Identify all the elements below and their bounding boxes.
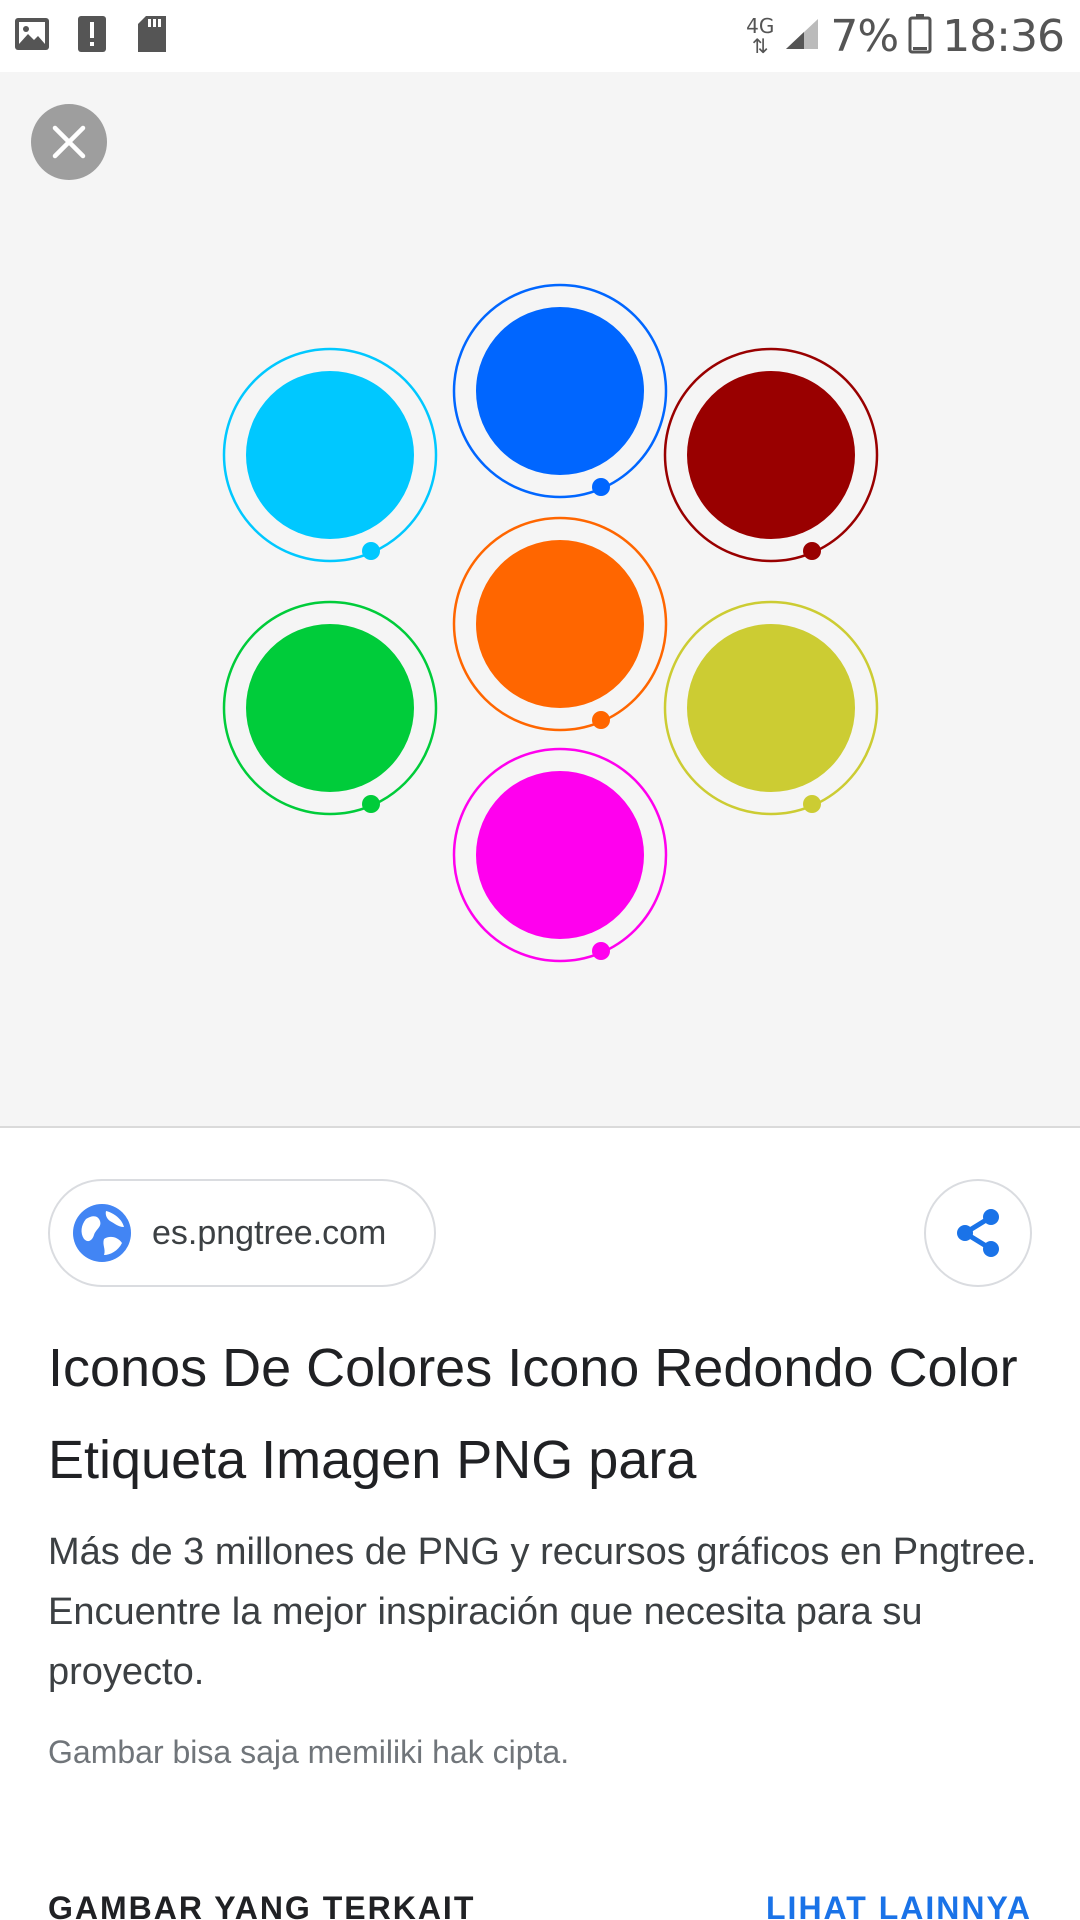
image-description: Más de 3 millones de PNG y recursos gráf… — [48, 1531, 1037, 1693]
circle-cyan — [222, 347, 438, 563]
alert-notification-icon — [72, 14, 112, 54]
status-left-icons — [12, 14, 172, 54]
sd-card-icon — [132, 14, 172, 54]
globe-icon — [73, 1204, 131, 1262]
signal-icon — [784, 17, 820, 56]
close-icon — [52, 125, 86, 159]
related-images-heading: GAMBAR YANG TERKAIT — [48, 1890, 476, 1920]
network-type: 4G ⇅ — [746, 14, 775, 58]
circle-dark-red — [663, 347, 879, 563]
circle-orange — [452, 516, 668, 732]
close-button[interactable] — [31, 104, 107, 180]
circle-yellow — [663, 600, 879, 816]
circle-green — [222, 600, 438, 816]
status-bar: 4G ⇅ 7% 18:36 — [0, 0, 1080, 72]
clock: 18:36 — [942, 10, 1065, 62]
image-viewer — [0, 72, 1080, 1128]
image-notification-icon — [12, 14, 52, 54]
copyright-notice: Gambar bisa saja memiliki hak cipta. — [48, 1734, 570, 1770]
image-title: Iconos De Colores Icono Redondo Color Et… — [48, 1338, 1018, 1490]
battery-percent: 7% — [830, 10, 899, 62]
status-right: 4G ⇅ 7% 18:36 — [746, 10, 1065, 62]
source-domain: es.pngtree.com — [152, 1213, 387, 1252]
circle-magenta — [452, 747, 668, 963]
circle-blue — [452, 283, 668, 499]
share-icon — [957, 1209, 999, 1257]
color-circles-image — [222, 283, 879, 963]
see-more-link[interactable]: LIHAT LAINNYA — [766, 1890, 1032, 1920]
share-button[interactable] — [924, 1179, 1032, 1287]
battery-icon — [908, 13, 932, 59]
source-link-chip[interactable]: es.pngtree.com — [48, 1179, 436, 1287]
